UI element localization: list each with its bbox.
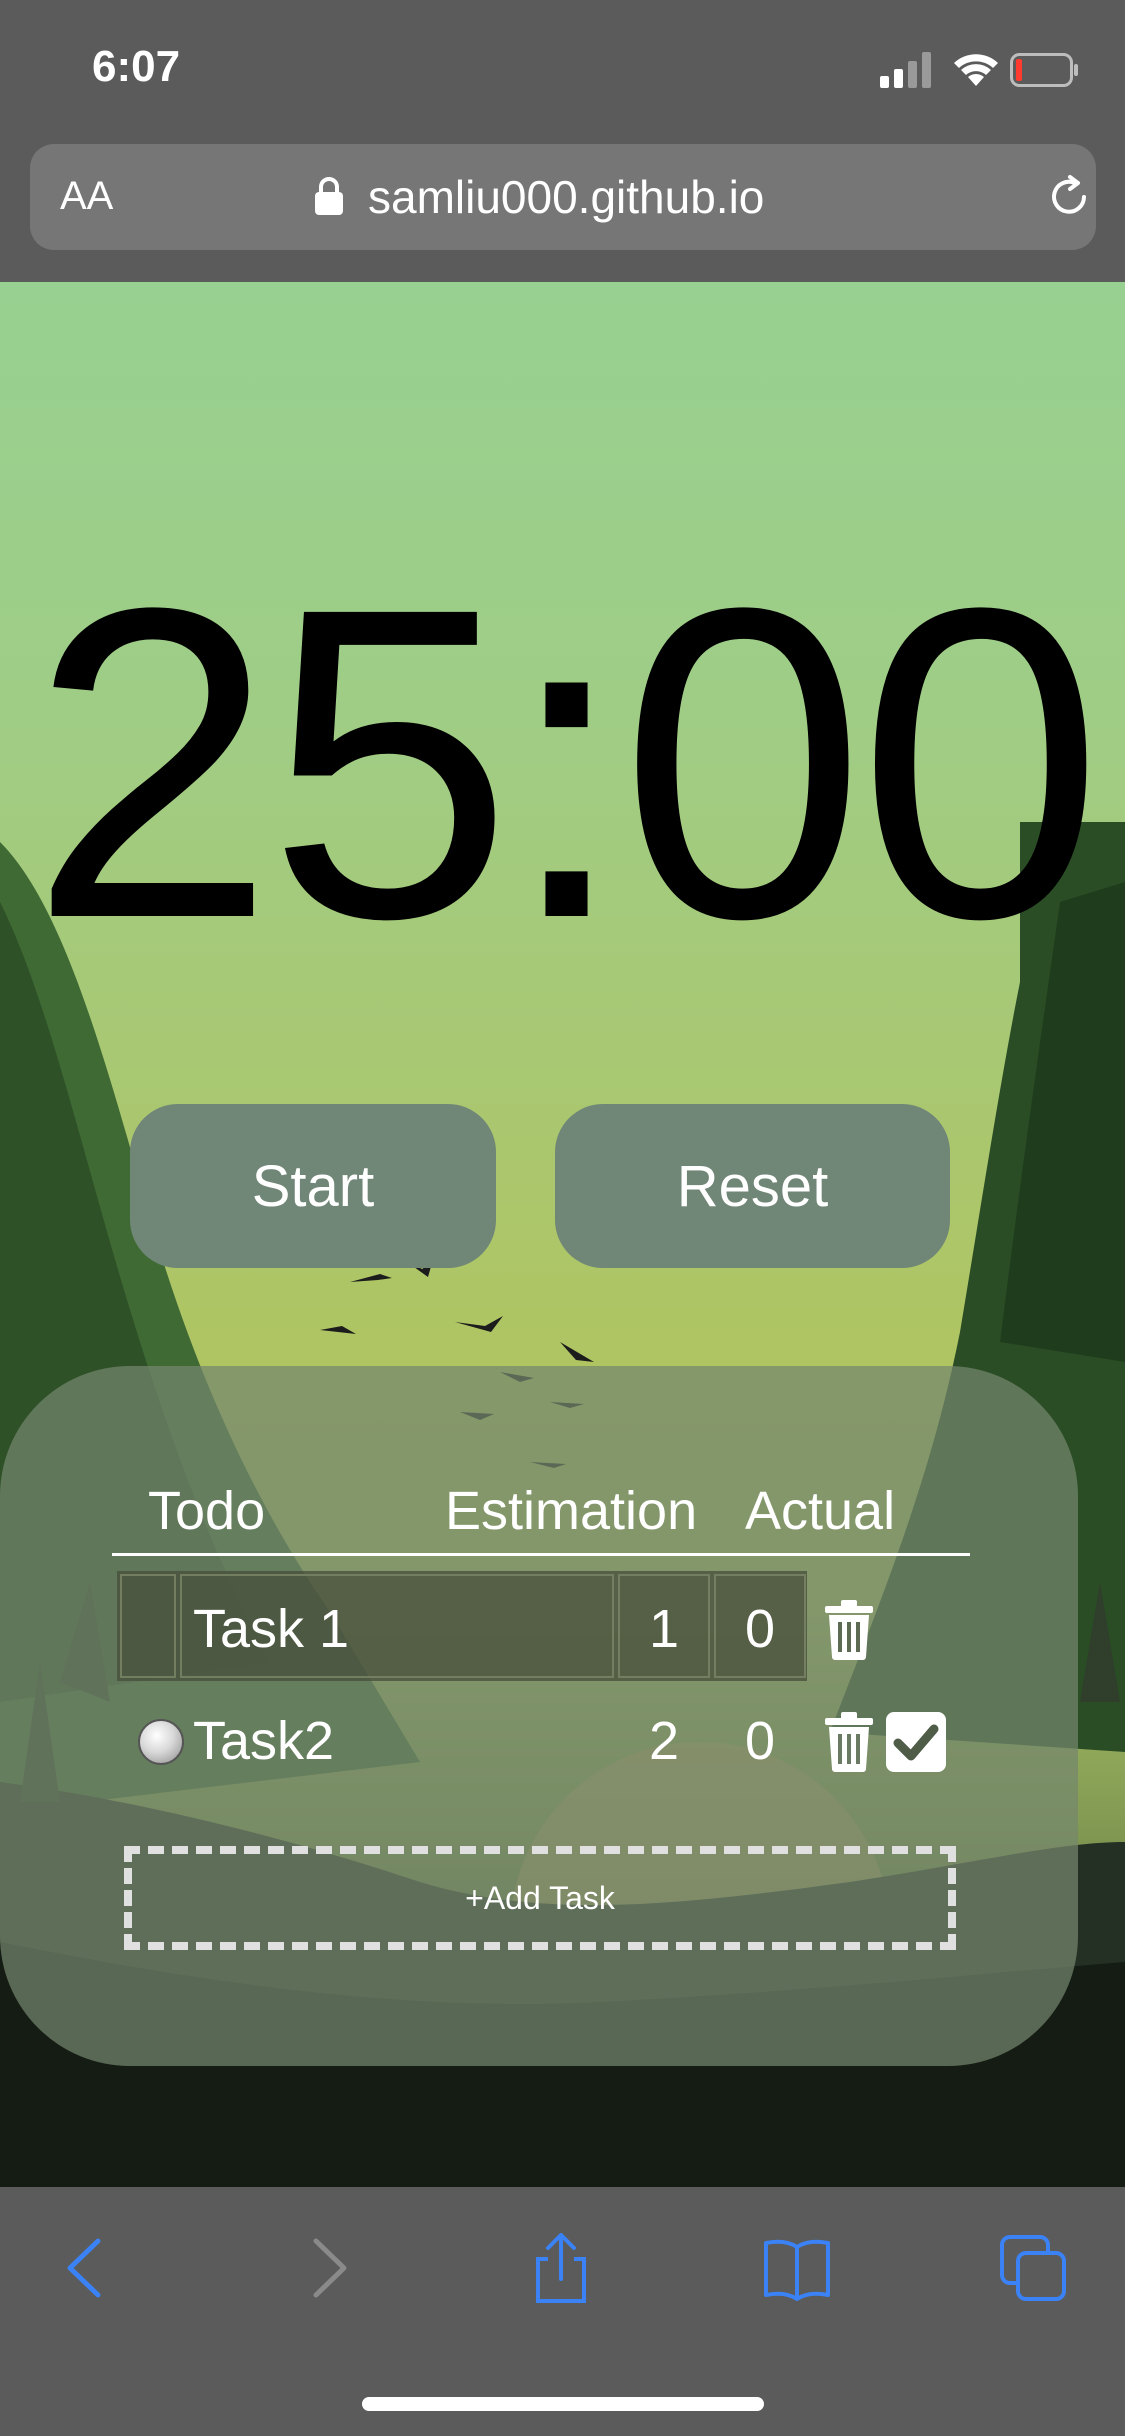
share-icon[interactable] — [526, 2233, 596, 2303]
pomodoro-page: 25:00 Start Reset Todo Estimation Actual… — [0, 282, 1125, 2187]
reload-icon[interactable] — [1044, 172, 1094, 222]
task-2-done-checkbox[interactable] — [886, 1712, 946, 1772]
tabs-icon[interactable] — [998, 2233, 1068, 2303]
screen: 6:07 AA samliu000.github.io 25:00 Start … — [0, 0, 1125, 2436]
lock-icon — [315, 177, 343, 215]
header-estimation: Estimation — [445, 1481, 698, 1541]
trash-icon[interactable] — [823, 1712, 875, 1772]
task-2-estimation[interactable]: 2 — [634, 1710, 694, 1772]
address-bar[interactable]: AA samliu000.github.io — [30, 144, 1096, 250]
back-icon[interactable] — [52, 2233, 122, 2303]
task-1-actual[interactable]: 0 — [730, 1598, 790, 1660]
header-actual: Actual — [745, 1481, 896, 1541]
start-button[interactable]: Start — [130, 1104, 496, 1268]
task-2-radio[interactable] — [138, 1719, 184, 1765]
signal-icon — [880, 52, 931, 88]
forward-icon[interactable] — [292, 2233, 362, 2303]
home-indicator[interactable] — [362, 2397, 764, 2411]
check-icon — [893, 1724, 939, 1761]
task-2-name[interactable]: Task2 — [193, 1710, 334, 1772]
reset-button[interactable]: Reset — [555, 1104, 950, 1268]
status-time: 6:07 — [92, 42, 181, 91]
task-1-select-cell[interactable] — [120, 1574, 176, 1678]
url-text[interactable]: samliu000.github.io — [368, 170, 764, 224]
battery-icon — [1010, 53, 1078, 87]
timer-display: 25:00 — [29, 516, 1103, 1010]
task-1-name[interactable]: Task 1 — [193, 1598, 349, 1660]
trash-icon[interactable] — [823, 1600, 875, 1660]
wifi-icon — [954, 54, 998, 86]
task-1-estimation[interactable]: 1 — [634, 1598, 694, 1660]
text-size-button[interactable]: AA — [60, 174, 113, 219]
header-divider — [112, 1553, 970, 1556]
status-bar: 6:07 — [0, 0, 1125, 135]
task-2-actual[interactable]: 0 — [730, 1710, 790, 1772]
bookmarks-icon[interactable] — [762, 2233, 832, 2303]
header-todo: Todo — [148, 1481, 266, 1541]
add-task-button[interactable]: +Add Task — [124, 1846, 956, 1950]
